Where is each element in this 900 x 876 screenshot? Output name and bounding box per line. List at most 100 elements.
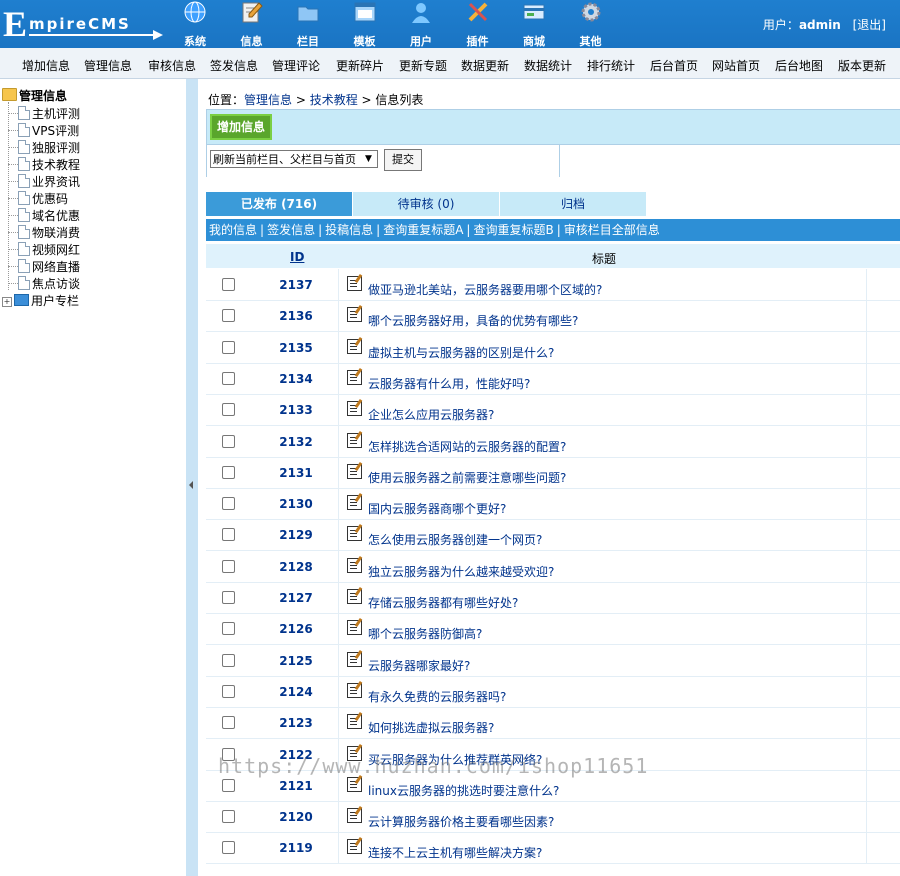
menu-item[interactable]: 数据统计: [524, 57, 572, 74]
row-checkbox[interactable]: [222, 841, 235, 855]
nav-gear[interactable]: 其他: [568, 0, 614, 48]
nav-shop-card[interactable]: 商城: [511, 0, 557, 48]
row-title-link[interactable]: 云服务器有什么用，性能好吗?: [368, 375, 530, 392]
row-checkbox[interactable]: [222, 434, 235, 448]
sidebar-item[interactable]: 域名优惠: [8, 207, 80, 224]
nav-tools[interactable]: 插件: [455, 0, 501, 48]
edit-icon[interactable]: [347, 682, 362, 698]
row-id[interactable]: 2135: [268, 341, 324, 355]
breadcrumb-link-category[interactable]: 技术教程: [310, 93, 358, 107]
sidebar-item[interactable]: 视频网红: [8, 241, 80, 258]
row-id[interactable]: 2129: [268, 528, 324, 542]
sidebar-item[interactable]: 优惠码: [8, 190, 68, 207]
row-checkbox[interactable]: [222, 716, 235, 730]
expand-plus-icon[interactable]: +: [2, 297, 12, 307]
row-title-link[interactable]: 存储云服务器都有哪些好处?: [368, 594, 518, 611]
row-title-link[interactable]: 怎么使用云服务器创建一个网页?: [368, 531, 542, 548]
edit-icon[interactable]: [347, 307, 362, 323]
sidebar-item[interactable]: 主机评测: [8, 105, 80, 122]
refresh-select[interactable]: 刷新当前栏目、父栏目与首页 ▼: [210, 150, 378, 168]
sidebar-item[interactable]: 网络直播: [8, 258, 80, 275]
row-id[interactable]: 2128: [268, 560, 324, 574]
breadcrumb-link-manage[interactable]: 管理信息: [244, 93, 292, 107]
sidebar-item[interactable]: 物联消费: [8, 224, 80, 241]
add-info-button[interactable]: 增加信息: [210, 114, 272, 140]
tree-root[interactable]: 管理信息: [2, 87, 67, 104]
list-link[interactable]: 查询重复标题B: [473, 223, 553, 237]
row-checkbox[interactable]: [222, 340, 235, 354]
nav-globe[interactable]: 系统: [172, 0, 218, 48]
sidebar-splitter[interactable]: [186, 79, 198, 876]
row-checkbox[interactable]: [222, 653, 235, 667]
sidebar-item[interactable]: 技术教程: [8, 156, 80, 173]
nav-template-window[interactable]: 模板: [342, 0, 388, 48]
row-id[interactable]: 2131: [268, 466, 324, 480]
row-title-link[interactable]: 企业怎么应用云服务器?: [368, 406, 494, 423]
row-checkbox[interactable]: [222, 810, 235, 824]
row-id[interactable]: 2120: [268, 810, 324, 824]
list-link[interactable]: 我的信息: [209, 223, 257, 237]
edit-icon[interactable]: [347, 463, 362, 479]
menu-item[interactable]: 签发信息: [210, 57, 258, 74]
menu-item[interactable]: 更新专题: [399, 57, 447, 74]
row-title-link[interactable]: 国内云服务器商哪个更好?: [368, 500, 506, 517]
row-title-link[interactable]: 有永久免费的云服务器吗?: [368, 688, 506, 705]
collapse-arrow-icon[interactable]: [189, 481, 193, 489]
menu-item[interactable]: 数据更新: [461, 57, 509, 74]
menu-item[interactable]: 版本更新: [838, 57, 886, 74]
tab[interactable]: 已发布 (716): [206, 192, 352, 216]
row-checkbox[interactable]: [222, 622, 235, 636]
submit-button[interactable]: 提交: [384, 149, 422, 171]
list-link[interactable]: 查询重复标题A: [383, 223, 463, 237]
row-id[interactable]: 2125: [268, 654, 324, 668]
edit-icon[interactable]: [347, 369, 362, 385]
row-id[interactable]: 2136: [268, 309, 324, 323]
row-title-link[interactable]: 怎样挑选合适网站的云服务器的配置?: [368, 438, 566, 455]
row-checkbox[interactable]: [222, 309, 235, 323]
row-title-link[interactable]: 做亚马逊北美站，云服务器要用哪个区域的?: [368, 281, 602, 298]
row-checkbox[interactable]: [222, 465, 235, 479]
sidebar-item[interactable]: 焦点访谈: [8, 275, 80, 292]
row-id[interactable]: 2127: [268, 591, 324, 605]
menu-item[interactable]: 审核信息: [148, 57, 196, 74]
row-title-link[interactable]: 哪个云服务器防御高?: [368, 625, 482, 642]
edit-icon[interactable]: [347, 338, 362, 354]
row-id[interactable]: 2137: [268, 278, 324, 292]
row-id[interactable]: 2133: [268, 403, 324, 417]
menu-item[interactable]: 排行统计: [587, 57, 635, 74]
row-id[interactable]: 2123: [268, 716, 324, 730]
menu-item[interactable]: 管理评论: [272, 57, 320, 74]
sidebar-item[interactable]: 业界资讯: [8, 173, 80, 190]
menu-item[interactable]: 更新碎片: [336, 57, 384, 74]
edit-icon[interactable]: [347, 276, 362, 291]
nav-edit-note[interactable]: 信息: [229, 0, 275, 48]
row-title-link[interactable]: 独立云服务器为什么越来越受欢迎?: [368, 563, 554, 580]
tab[interactable]: 待审核 (0): [353, 192, 499, 216]
edit-icon[interactable]: [347, 495, 362, 511]
edit-icon[interactable]: [347, 401, 362, 417]
menu-item[interactable]: 后台地图: [775, 57, 823, 74]
edit-icon[interactable]: [347, 589, 362, 604]
list-link[interactable]: 签发信息: [267, 223, 315, 237]
row-checkbox[interactable]: [222, 778, 235, 792]
edit-icon[interactable]: [347, 839, 362, 855]
row-title-link[interactable]: 如何挑选虚拟云服务器?: [368, 719, 494, 736]
row-id[interactable]: 2126: [268, 622, 324, 636]
row-checkbox[interactable]: [222, 684, 235, 698]
menu-item[interactable]: 增加信息: [22, 57, 70, 74]
row-checkbox[interactable]: [222, 528, 235, 542]
row-checkbox[interactable]: [222, 497, 235, 511]
list-link[interactable]: 审核栏目全部信息: [564, 223, 660, 237]
edit-icon[interactable]: [347, 557, 362, 573]
row-title-link[interactable]: 云计算服务器价格主要看哪些因素?: [368, 813, 554, 830]
row-title-link[interactable]: 使用云服务器之前需要注意哪些问题?: [368, 469, 566, 486]
id-column-header[interactable]: ID: [290, 250, 304, 264]
row-checkbox[interactable]: [222, 403, 235, 417]
sidebar-item[interactable]: 独服评测: [8, 139, 80, 156]
row-id[interactable]: 2134: [268, 372, 324, 386]
edit-icon[interactable]: [347, 651, 362, 667]
nav-user[interactable]: 用户: [398, 0, 444, 48]
logout-link[interactable]: [退出]: [853, 18, 886, 32]
row-title-link[interactable]: linux云服务器的挑选时要注意什么?: [368, 782, 559, 799]
menu-item[interactable]: 网站首页: [712, 57, 760, 74]
